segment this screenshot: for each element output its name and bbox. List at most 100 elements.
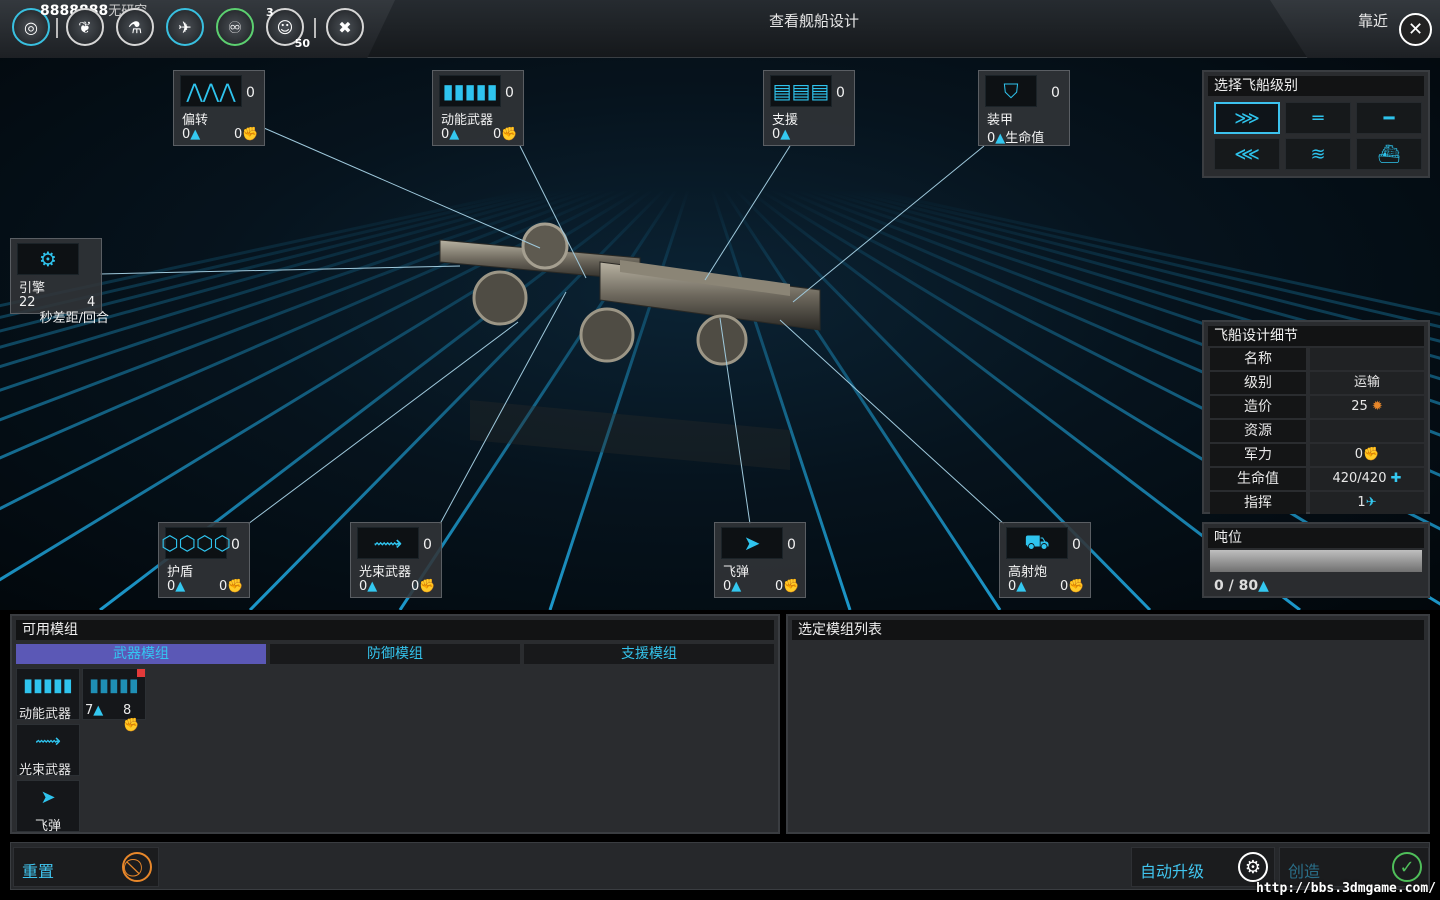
ship-class-option-4[interactable]: ⋘ (1214, 138, 1280, 170)
ship-name-field[interactable] (1310, 348, 1424, 370)
tab-support-modules[interactable]: 支援模组 (524, 644, 774, 664)
slot-name: 动能武器 (441, 113, 494, 128)
weight-icon: ▲ (93, 703, 104, 718)
engine-icon: ⚙ (17, 243, 79, 275)
armor-shield-icon: ⛉ (985, 75, 1037, 107)
shield-hex-icon: ⬡⬡⬡⬡ (161, 527, 231, 559)
slot-name: 护盾 (167, 565, 194, 580)
detail-label: 资源 (1210, 420, 1306, 442)
tonnage-value: 0 / 80 (1214, 578, 1259, 594)
plus-health-icon: ✚ (1390, 471, 1402, 486)
detail-row-power: 军力 0✊ (1210, 444, 1424, 466)
create-label: 创造 (1288, 862, 1321, 881)
module-kinetic-variant[interactable]: ▮▮▮▮▮ 7▲ 8✊ (82, 668, 146, 733)
detail-value (1310, 420, 1424, 442)
slot-name: 光束武器 (359, 565, 412, 580)
ship-class-option-1[interactable]: ⋙ (1214, 102, 1280, 134)
cost-value: 25 (1351, 399, 1368, 414)
fist-icon: ✊ (1068, 579, 1085, 594)
module-kinetic-weapon[interactable]: ▮▮▮▮▮ 动能武器 (16, 668, 80, 722)
kinetic-weapon-icon: ▮▮▮▮▮ (439, 75, 501, 107)
detail-label: 生命值 (1210, 468, 1306, 490)
slot-kinetic[interactable]: ▮▮▮▮▮ 0 动能武器 0▲ 0✊ (432, 70, 524, 146)
slot-shield[interactable]: ⬡⬡⬡⬡ 0 护盾 0▲ 0✊ (158, 522, 250, 598)
ship-details-panel: 飞船设计细节 名称 级别 运输 造价 25 ✹ 资源 军力 0✊ 生命值 420… (1202, 320, 1430, 514)
weight-icon: ▲ (780, 127, 791, 142)
panel-title: 选择飞船级别 (1208, 76, 1424, 96)
beam-weapon-icon: ⟿ (357, 527, 419, 559)
ship-silhouette-icon: ━ (1383, 107, 1395, 129)
detail-row-resource: 资源 (1210, 420, 1424, 442)
weight-icon: ▲ (1258, 578, 1269, 594)
command-value: 1 (1357, 495, 1366, 510)
module-power: 8 (123, 703, 132, 718)
support-module-icon: ▤▤▤ (770, 75, 832, 107)
ship-silhouette-icon: ⋙ (1234, 107, 1260, 129)
auto-upgrade-label: 自动升级 (1140, 862, 1205, 881)
ship-class-option-6[interactable]: ⛴ (1356, 138, 1422, 170)
kinetic-weapon-icon: ▮▮▮▮▮ (23, 674, 73, 696)
weight-icon: ▲ (1016, 579, 1027, 594)
ship-silhouette-icon: ⋘ (1234, 143, 1260, 165)
auto-upgrade-button[interactable]: 自动升级 ⚙ (1131, 847, 1275, 887)
weight-icon: ▲ (995, 131, 1006, 146)
deflect-icon: ⋀⋀⋀ (180, 75, 242, 107)
slot-name: 飞弹 (723, 565, 750, 580)
slot-flak[interactable]: ⛟ 0 高射炮 0▲ 0✊ (999, 522, 1091, 598)
module-beam-weapon[interactable]: ⟿ 光束武器 (16, 724, 80, 778)
engine-unit: 秒差距/回合 (39, 311, 109, 326)
slot-name: 高射炮 (1008, 565, 1048, 580)
weight-icon: ▲ (190, 127, 201, 142)
panel-title: 选定模组列表 (792, 620, 1424, 640)
slot-beam[interactable]: ⟿ 0 光束武器 0▲ 0✊ (350, 522, 442, 598)
slot-deflect[interactable]: ⋀⋀⋀ 0 偏转 0▲ 0✊ (173, 70, 265, 146)
slot-count: 0 (423, 537, 432, 553)
detail-label: 造价 (1210, 396, 1306, 418)
weight-icon: ▲ (367, 579, 378, 594)
ship-silhouette-icon: ≋ (1310, 143, 1326, 165)
slot-count: 0 (1051, 85, 1060, 101)
slot-missile[interactable]: ➤ 0 飞弹 0▲ 0✊ (714, 522, 806, 598)
ship-class-panel: 选择飞船级别 ⋙ ═ ━ ⋘ ≋ ⛴ (1202, 70, 1430, 178)
module-missile[interactable]: ➤ 飞弹 (16, 780, 80, 834)
slot-count: 0 (787, 537, 796, 553)
slot-count: 0 (231, 537, 240, 553)
ship-class-option-5[interactable]: ≋ (1285, 138, 1351, 170)
hp-value: 420/420 (1332, 471, 1387, 486)
zoom-button[interactable]: 靠近 (1358, 10, 1388, 31)
selected-modules-panel: 选定模组列表 (786, 614, 1430, 834)
detail-row-cost: 造价 25 ✹ (1210, 396, 1424, 418)
bottom-action-bar: 重置 ⃠ 自动升级 ⚙ 创造 ✓ (10, 842, 1430, 890)
close-icon: ✕ (1407, 19, 1424, 40)
ship-silhouette-icon: ═ (1312, 107, 1324, 129)
slot-name: 装甲 (987, 113, 1014, 128)
module-name: 飞弹 (35, 819, 62, 834)
slot-armor[interactable]: ⛉ 0 装甲 0▲生命值 (978, 70, 1070, 146)
detail-value: 25 ✹ (1310, 396, 1424, 418)
ship-class-option-3[interactable]: ━ (1356, 102, 1422, 134)
slot-name: 偏转 (182, 113, 209, 128)
detail-value: 420/420 ✚ (1310, 468, 1424, 490)
reset-label: 重置 (22, 862, 55, 881)
watermark: http://bbs.3dmgame.com/ (1255, 881, 1436, 896)
slot-engine[interactable]: ⚙ 引擎 22 4 秒差距/回合 (10, 238, 109, 326)
fist-icon: ✊ (242, 127, 259, 142)
ship-silhouette-icon: ⛴ (1377, 143, 1401, 165)
detail-label: 指挥 (1210, 492, 1306, 514)
close-button[interactable]: ✕ (1399, 13, 1432, 46)
detail-row-hp: 生命值 420/420 ✚ (1210, 468, 1424, 490)
slot-count: 0 (505, 85, 514, 101)
weight-icon: ▲ (175, 579, 186, 594)
tonnage-panel: 吨位 0 / 80▲ (1202, 522, 1430, 598)
detail-value: 0✊ (1310, 444, 1424, 466)
detail-label: 级别 (1210, 372, 1306, 394)
missile-icon: ➤ (40, 786, 56, 808)
detail-row-command: 指挥 1✈ (1210, 492, 1424, 514)
ship-class-option-2[interactable]: ═ (1285, 102, 1351, 134)
tab-weapon-modules[interactable]: 武器模组 (16, 644, 266, 664)
module-name: 动能武器 (19, 707, 72, 722)
slot-support[interactable]: ▤▤▤ 0 支援 0▲ (763, 70, 855, 146)
missile-icon: ➤ (721, 527, 783, 559)
reset-button[interactable]: 重置 ⃠ (13, 847, 159, 887)
tab-defense-modules[interactable]: 防御模组 (270, 644, 520, 664)
